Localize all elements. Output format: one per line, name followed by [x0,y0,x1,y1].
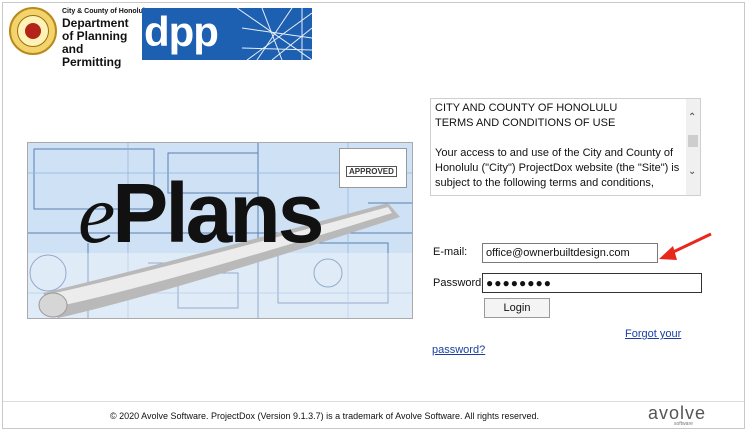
seal-inner [17,15,49,47]
email-field[interactable]: office@ownerbuiltdesign.com [482,243,658,263]
approved-label: APPROVED [346,166,397,177]
forgot-password-link-continued[interactable]: password? [432,344,485,356]
eplans-e: e [78,168,115,261]
avolve-logo-sub: software [674,421,693,427]
terms-heading-2: TERMS AND CONDITIONS OF USE [435,117,616,129]
password-label: Password: [433,277,485,289]
city-county-label: City & County of Honolulu [62,8,150,15]
red-arrow-icon [659,232,712,260]
eplans-logo-text: ePlans [78,163,324,265]
dpp-logo: dpp [142,8,312,60]
seal-core [25,23,41,39]
department-title: Department of Planning and Permitting [62,16,129,69]
approved-stamp: APPROVED [339,148,407,188]
terms-scroll-box[interactable]: CITY AND COUNTY OF HONOLULU TERMS AND CO… [430,98,701,196]
forgot-password-link[interactable]: Forgot your [625,328,681,340]
terms-heading-1: CITY AND COUNTY OF HONOLULU [435,102,618,114]
password-field[interactable]: ●●●●●●●● [482,273,702,293]
terms-scrollbar[interactable]: ⌃ ⌄ [686,99,700,195]
eplans-banner: APPROVED ePlans [27,142,413,319]
dpp-logo-text: dpp [144,8,219,55]
city-seal-logo [9,7,57,55]
chevron-up-icon[interactable]: ⌃ [688,113,696,123]
eplans-rest: Plans [112,166,324,260]
terms-text: CITY AND COUNTY OF HONOLULU TERMS AND CO… [435,101,685,191]
email-label: E-mail: [433,246,468,258]
footer-copyright: © 2020 Avolve Software. ProjectDox (Vers… [110,411,540,421]
login-button[interactable]: Login [484,298,550,318]
scrollbar-thumb[interactable] [688,135,698,147]
terms-body: Your access to and use of the City and C… [435,147,680,189]
footer-divider [3,401,744,402]
chevron-down-icon[interactable]: ⌄ [688,167,696,177]
